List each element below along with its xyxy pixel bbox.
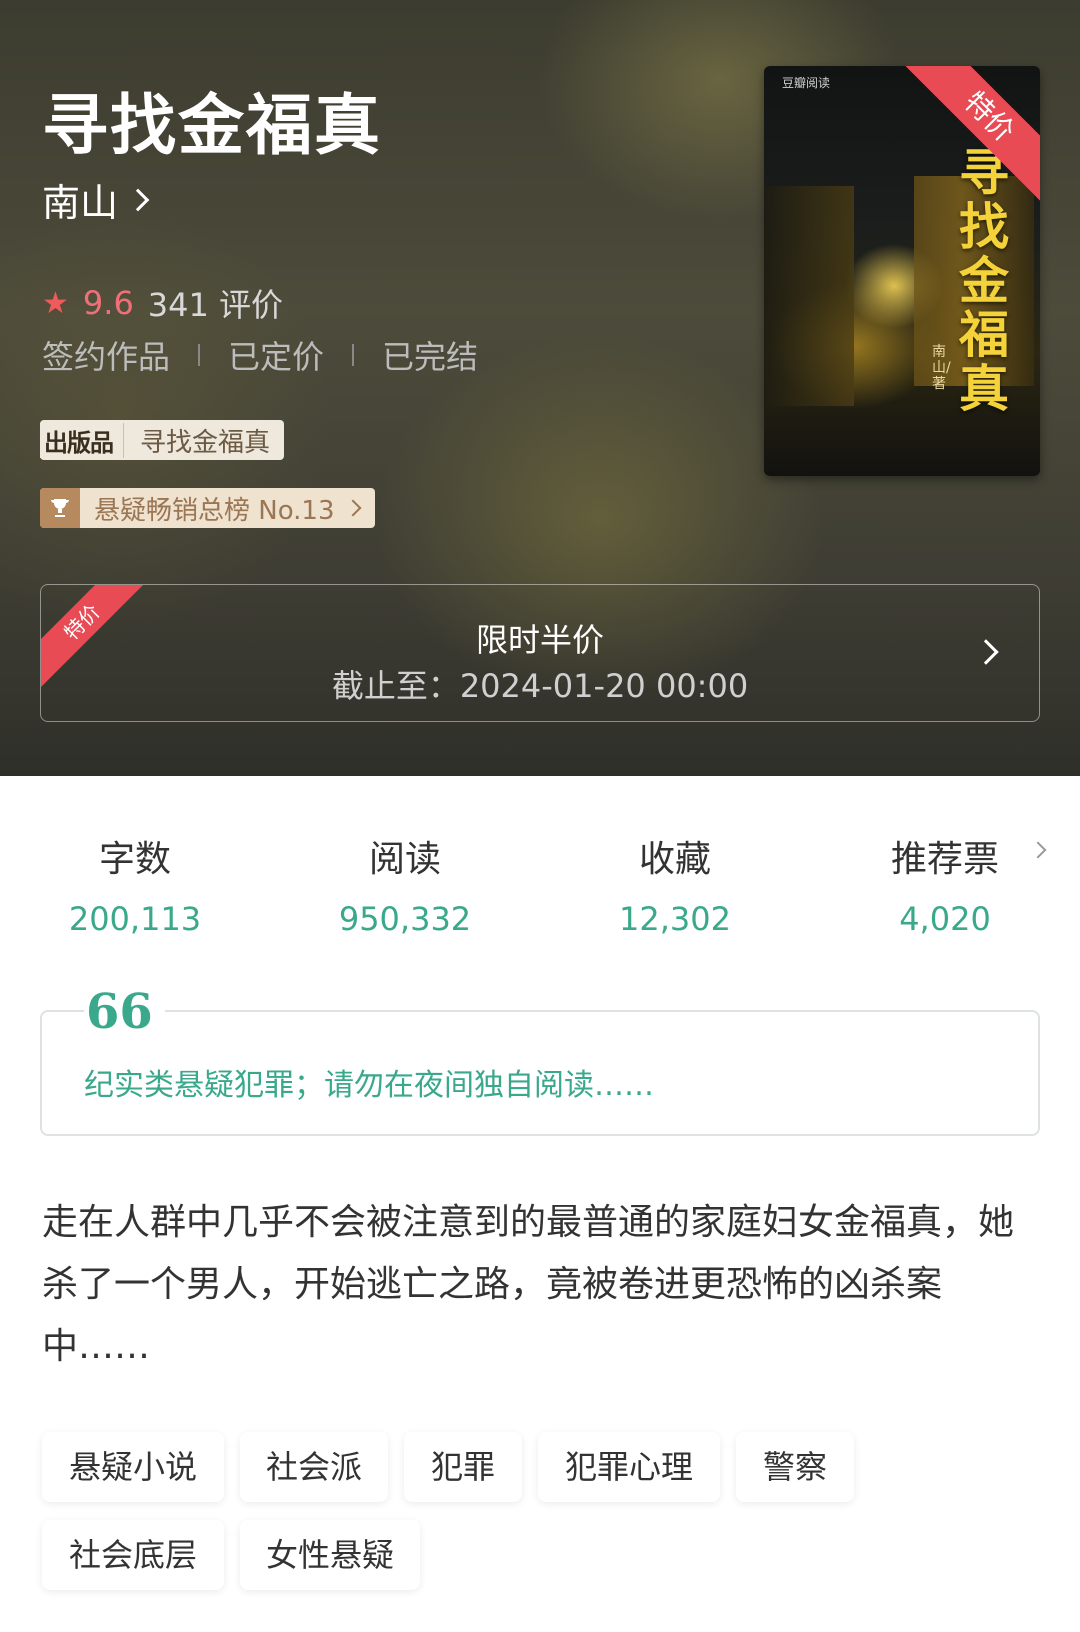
- book-meta: 签约作品 已定价 已完结: [42, 332, 478, 378]
- meta-signed: 签约作品: [42, 338, 171, 376]
- rating-score: 9.6: [82, 284, 134, 322]
- chevron-right-icon: [126, 188, 150, 211]
- tagline-text: 纪实类悬疑犯罪；请勿在夜间独自阅读……: [84, 1068, 654, 1103]
- tag-item[interactable]: 警察: [736, 1432, 854, 1502]
- rank-tag[interactable]: 悬疑畅销总榜 No.13: [40, 488, 375, 528]
- stat-value: 950,332: [338, 900, 472, 938]
- publisher-logo: 出版品: [40, 422, 124, 458]
- book-description[interactable]: 走在人群中几乎不会被注意到的最普通的家庭妇女金福真，她杀了一个男人，开始逃亡之路…: [42, 1192, 1042, 1378]
- publisher-tag-text: 寻找金福真: [140, 427, 271, 458]
- tag-item[interactable]: 女性悬疑: [240, 1520, 420, 1590]
- stat-label: 字数: [98, 839, 171, 880]
- stat-word-count: 字数 200,113: [0, 830, 270, 940]
- stat-value: 4,020: [899, 900, 991, 938]
- tag-item[interactable]: 社会底层: [42, 1520, 224, 1590]
- tagline-quote: 66 纪实类悬疑犯罪；请勿在夜间独自阅读……: [40, 988, 1040, 1136]
- rating-row[interactable]: ★ 9.6 341 评价: [42, 280, 283, 326]
- cover-author: 南山/著: [932, 344, 951, 392]
- tag-item[interactable]: 犯罪心理: [538, 1432, 720, 1502]
- stat-recommend-votes[interactable]: 推荐票 4,020: [810, 830, 1080, 940]
- stats-row: 字数 200,113 阅读 950,332 收藏 12,302 推荐票 4,02…: [0, 830, 1080, 940]
- quote-mark-icon: 66: [84, 988, 165, 1036]
- stat-value: 200,113: [68, 900, 202, 938]
- divider: [198, 344, 201, 366]
- meta-completed: 已完结: [382, 338, 479, 376]
- author-name: 南山: [42, 181, 119, 225]
- promo-title: 限时半价: [475, 621, 604, 659]
- stat-label: 阅读: [368, 839, 441, 880]
- author-link[interactable]: 南山: [42, 172, 150, 227]
- promo-deadline: 截止至：2024-01-20 00:00: [331, 667, 749, 705]
- trophy-icon: [40, 488, 80, 528]
- publisher-tag[interactable]: 出版品 寻找金福真: [40, 420, 285, 460]
- divider: [352, 344, 355, 366]
- rank-tag-text: 悬疑畅销总榜 No.13: [94, 495, 335, 526]
- stat-favorites: 收藏 12,302: [540, 830, 810, 940]
- cover-title: 寻找金福真: [959, 144, 1009, 418]
- star-icon: ★: [42, 285, 69, 321]
- book-cover[interactable]: 豆瓣阅读 寻找金福真 南山/著 特价: [764, 66, 1040, 476]
- tag-item[interactable]: 社会派: [240, 1432, 388, 1502]
- stat-value: 12,302: [619, 900, 731, 938]
- promo-banner[interactable]: 特价 限时半价 截止至：2024-01-20 00:00: [40, 584, 1040, 722]
- stat-label: 收藏: [638, 839, 711, 880]
- book-title: 寻找金福真: [42, 87, 382, 164]
- stat-reads: 阅读 950,332: [270, 830, 540, 940]
- meta-priced: 已定价: [228, 338, 325, 376]
- tag-item[interactable]: 犯罪: [404, 1432, 522, 1502]
- review-count: 341 评价: [147, 286, 284, 324]
- cover-logo: 豆瓣阅读: [782, 76, 831, 90]
- tag-item[interactable]: 悬疑小说: [42, 1432, 224, 1502]
- book-header: 寻找金福真 南山 ★ 9.6 341 评价 签约作品 已定价 已完结 出版品 寻…: [0, 0, 1080, 776]
- chevron-right-icon: [344, 499, 362, 517]
